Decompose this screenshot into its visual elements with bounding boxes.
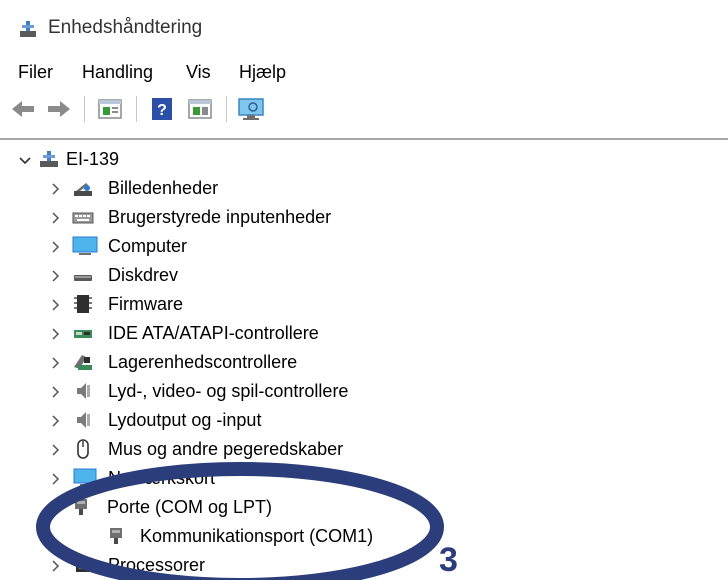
tree-item-brugerstyrede[interactable]: Brugerstyrede inputenheder (0, 203, 728, 232)
menu-bar: Filer Handling Vis Hjælp (0, 56, 728, 88)
tree-item-processorer[interactable]: Processorer (0, 551, 728, 580)
tree-item-computer[interactable]: Computer (0, 232, 728, 261)
tree-item-label: Porte (COM og LPT) (107, 497, 273, 517)
tree-item-label: Netværkskort (108, 468, 216, 488)
chevron-right-icon[interactable] (47, 558, 63, 574)
toolbar: ? (0, 88, 728, 140)
chevron-right-icon[interactable] (47, 355, 63, 371)
title-bar: Enhedshåndtering (0, 0, 728, 56)
tree-item-label: IDE ATA/ATAPI-controllere (108, 323, 319, 343)
tree-item-label: Lydoutput og -input (108, 410, 262, 430)
chevron-right-icon[interactable] (47, 239, 63, 255)
tree-item-porte[interactable]: Porte (COM og LPT) (0, 493, 728, 522)
tree-item-billedenheder[interactable]: Billedenheder (0, 174, 728, 203)
chevron-right-icon[interactable] (47, 268, 63, 284)
tree-item-mus[interactable]: Mus og andre pegeredskaber (0, 435, 728, 464)
scan-hardware-icon[interactable] (236, 96, 266, 122)
tree-item-label: Brugerstyrede inputenheder (108, 207, 332, 227)
processor-icon (76, 558, 90, 572)
forward-arrow-icon[interactable] (44, 96, 74, 122)
tree-item-lyd-video[interactable]: Lyd-, video- og spil-controllere (0, 377, 728, 406)
svg-text:?: ? (157, 102, 167, 119)
chevron-right-icon[interactable] (47, 413, 63, 429)
tree-root-label: EI-139 (66, 149, 120, 169)
tree-item-diskdrev[interactable]: Diskdrev (0, 261, 728, 290)
chevron-right-icon[interactable] (47, 210, 63, 226)
menu-view[interactable]: Vis (186, 62, 211, 83)
toolbar-separator (136, 96, 137, 122)
help-icon[interactable]: ? (148, 96, 176, 122)
chevron-right-icon[interactable] (47, 297, 63, 313)
tree-item-com1[interactable]: Kommunikationsport (COM1) (0, 522, 728, 551)
chevron-right-icon[interactable] (47, 471, 63, 487)
device-tree: EI-139 Billedenheder Brugerstyrede input… (0, 145, 728, 580)
tree-item-lager[interactable]: Lagerenhedscontrollere (0, 348, 728, 377)
back-arrow-icon[interactable] (8, 96, 38, 122)
annotation-number: 3 (439, 541, 458, 579)
tree-item-label: Kommunikationsport (COM1) (140, 526, 374, 546)
window-title: Enhedshåndtering (48, 17, 203, 38)
camera-icon (74, 183, 92, 196)
disk-icon (74, 275, 92, 281)
menu-help[interactable]: Hjælp (239, 62, 286, 83)
menu-action[interactable]: Handling (82, 62, 153, 83)
properties-icon[interactable] (96, 96, 124, 122)
device-manager-icon (20, 21, 36, 37)
tree-item-label: Processorer (108, 555, 206, 575)
chevron-down-icon[interactable] (47, 500, 63, 516)
tree-item-label: Lyd-, video- og spil-controllere (108, 381, 349, 401)
view-icon[interactable] (186, 96, 214, 122)
port-icon (75, 499, 87, 515)
mouse-icon (77, 439, 89, 459)
tree-item-firmware[interactable]: Firmware (0, 290, 728, 319)
chevron-right-icon[interactable] (47, 326, 63, 342)
chevron-right-icon[interactable] (47, 442, 63, 458)
menu-file[interactable]: Filer (18, 62, 53, 83)
speaker-icon (77, 412, 90, 428)
tree-item-lydoutput[interactable]: Lydoutput og -input (0, 406, 728, 435)
chevron-right-icon[interactable] (47, 181, 63, 197)
tree-item-label: Mus og andre pegeredskaber (108, 439, 344, 459)
chip-icon (74, 295, 92, 313)
keyboard-icon (72, 212, 94, 224)
storage-controller-icon (74, 355, 92, 370)
tree-root[interactable]: EI-139 (0, 145, 728, 174)
tree-item-label: Lagerenhedscontrollere (108, 352, 298, 372)
speaker-icon (77, 383, 90, 399)
tree-item-label: Billedenheder (108, 178, 219, 198)
tree-item-label: Computer (108, 236, 188, 256)
computer-root-icon (40, 151, 58, 167)
port-icon (110, 528, 122, 544)
ide-controller-icon (74, 330, 92, 338)
tree-item-netvaerk[interactable]: Netværkskort (0, 464, 728, 493)
toolbar-separator (84, 96, 85, 122)
network-icon (73, 468, 97, 487)
tree-item-label: Firmware (108, 294, 183, 314)
tree-item-label: Diskdrev (108, 265, 179, 285)
tree-item-ide[interactable]: IDE ATA/ATAPI-controllere (0, 319, 728, 348)
toolbar-separator (226, 96, 227, 122)
chevron-down-icon[interactable] (17, 152, 33, 168)
chevron-right-icon[interactable] (47, 384, 63, 400)
monitor-icon (72, 236, 98, 255)
